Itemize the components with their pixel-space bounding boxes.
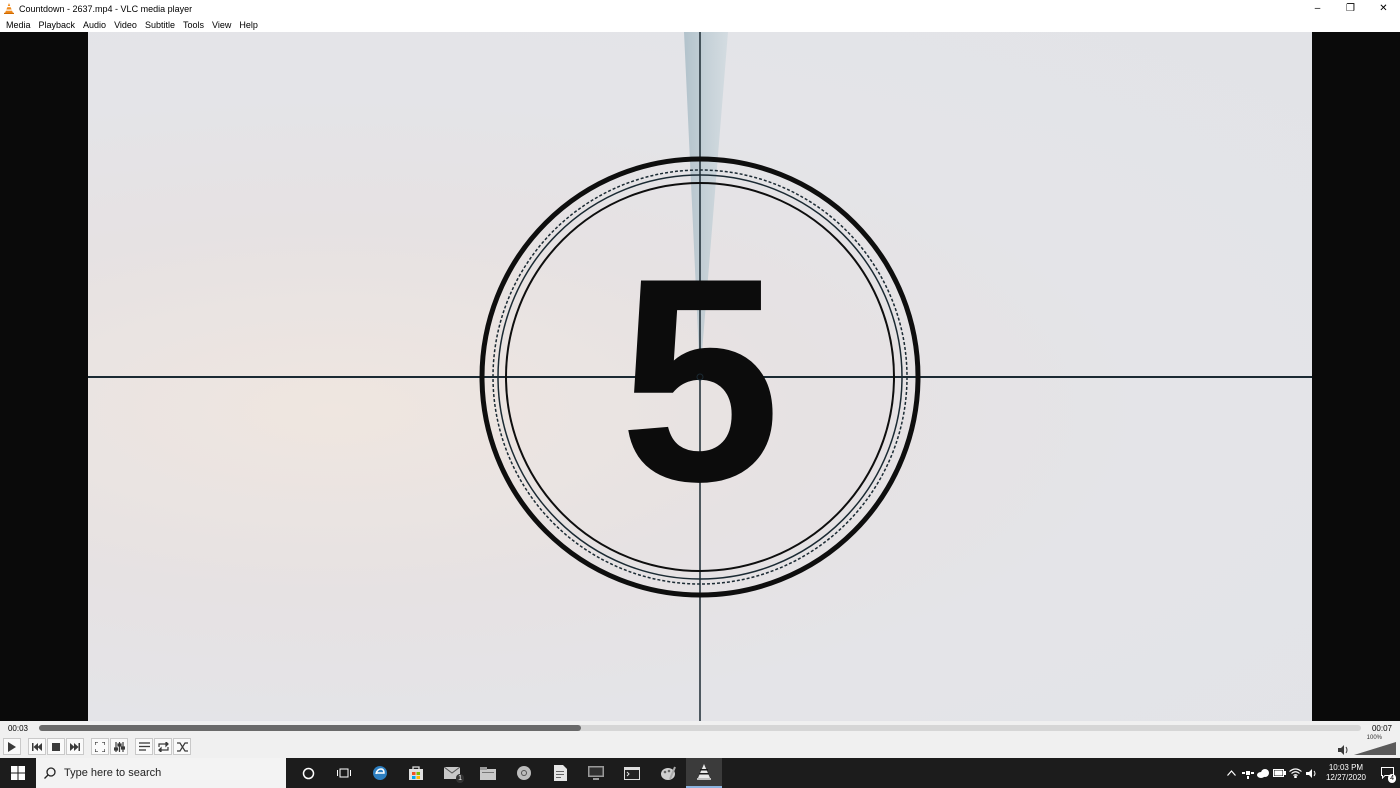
volume-slider[interactable]: 100% [1354, 735, 1396, 756]
vlc-logo-icon [4, 3, 14, 14]
menu-audio[interactable]: Audio [79, 20, 110, 30]
tray-app-button[interactable] [1240, 758, 1256, 788]
mail-badge: 1 [456, 774, 464, 783]
monitor-icon [588, 766, 604, 780]
chrome-icon [517, 766, 531, 780]
minimize-button[interactable]: – [1301, 0, 1334, 17]
maximize-button[interactable]: ❐ [1334, 0, 1367, 17]
shuffle-button[interactable] [173, 738, 191, 755]
seek-progress [39, 725, 582, 731]
close-button[interactable]: ✕ [1367, 0, 1400, 17]
task-view-button[interactable] [326, 758, 362, 788]
taskbar: Type here to search 1 10:03 PM 12/27/202… [0, 758, 1400, 788]
stop-button[interactable] [47, 738, 65, 755]
player-controls: 100% [0, 735, 1400, 758]
extended-settings-button[interactable] [110, 738, 128, 755]
document-button[interactable] [542, 758, 578, 788]
playlist-icon [138, 742, 150, 751]
speaker-tray-icon [1305, 768, 1316, 778]
terminal-icon [624, 766, 640, 780]
total-time: 00:07 [1371, 723, 1393, 733]
video-frame[interactable]: 5 [88, 32, 1312, 721]
countdown-leader: 5 [88, 32, 1312, 721]
seek-slider[interactable] [39, 725, 1361, 731]
chevron-up-icon [1227, 770, 1237, 776]
menu-video[interactable]: Video [110, 20, 141, 30]
show-hidden-icons-button[interactable] [1224, 758, 1240, 788]
task-view-icon [337, 768, 351, 778]
taskbar-search-box[interactable]: Type here to search [36, 758, 286, 788]
menu-playback[interactable]: Playback [35, 20, 80, 30]
satellite-icon [1241, 771, 1254, 779]
clock-time: 10:03 PM [1328, 763, 1364, 772]
window-title: Countdown - 2637.mp4 - VLC media player [19, 3, 193, 14]
document-icon [553, 765, 567, 781]
taskbar-clock[interactable]: 10:03 PM 12/27/2020 [1326, 763, 1366, 783]
play-icon [8, 741, 16, 752]
cortana-icon [302, 767, 314, 779]
fullscreen-icon [95, 741, 105, 752]
title-bar: Countdown - 2637.mp4 - VLC media player … [0, 0, 1400, 17]
mail-button[interactable]: 1 [434, 758, 470, 788]
onedrive-button[interactable] [1256, 758, 1272, 788]
menu-help[interactable]: Help [235, 20, 262, 30]
stop-icon [52, 742, 60, 751]
previous-button[interactable] [28, 738, 46, 755]
menu-view[interactable]: View [208, 20, 235, 30]
paint-button[interactable] [650, 758, 686, 788]
taskbar-apps: 1 [290, 758, 722, 788]
battery-icon [1273, 769, 1287, 777]
system-tray: 10:03 PM 12/27/2020 4 [1224, 758, 1400, 788]
speaker-icon[interactable] [1338, 744, 1350, 756]
store-button[interactable] [398, 758, 434, 788]
playlist-button[interactable] [135, 738, 153, 755]
volume-control: 100% [1338, 735, 1396, 756]
search-placeholder: Type here to search [64, 767, 162, 779]
chrome-button[interactable] [506, 758, 542, 788]
volume-tray-button[interactable] [1304, 758, 1320, 788]
menu-tools[interactable]: Tools [179, 20, 208, 30]
menu-bar: Media Playback Audio Video Subtitle Tool… [0, 17, 1400, 32]
windows-logo-icon [11, 766, 25, 780]
file-explorer-button[interactable] [470, 758, 506, 788]
play-button[interactable] [3, 738, 21, 755]
store-icon [409, 766, 423, 780]
network-button[interactable] [1288, 758, 1304, 788]
clock-date: 12/27/2020 [1325, 773, 1366, 782]
elapsed-time: 00:03 [7, 723, 29, 733]
wifi-icon [1289, 768, 1303, 778]
fullscreen-button[interactable] [91, 738, 109, 755]
cloud-icon [1257, 768, 1270, 778]
action-center-button[interactable]: 4 [1374, 758, 1400, 788]
notification-count: 4 [1388, 774, 1396, 783]
monitor-button[interactable] [578, 758, 614, 788]
loop-icon [157, 741, 169, 752]
next-button[interactable] [66, 738, 84, 755]
paint-icon [661, 766, 676, 780]
start-button[interactable] [0, 758, 36, 788]
seek-row: 00:03 00:07 [0, 721, 1400, 735]
file-explorer-icon [480, 766, 496, 780]
next-icon [70, 742, 80, 751]
extended-settings-icon [113, 741, 125, 752]
vlc-taskbar-button[interactable] [686, 758, 722, 788]
cortana-button[interactable] [290, 758, 326, 788]
menu-media[interactable]: Media [2, 20, 35, 30]
edge-icon [373, 766, 387, 780]
video-area[interactable]: 5 [0, 32, 1400, 721]
shuffle-icon [176, 741, 188, 752]
battery-button[interactable] [1272, 758, 1288, 788]
loop-button[interactable] [154, 738, 172, 755]
vlc-icon [697, 764, 711, 780]
menu-subtitle[interactable]: Subtitle [141, 20, 179, 30]
edge-button[interactable] [362, 758, 398, 788]
volume-percent: 100% [1366, 735, 1382, 741]
previous-icon [32, 742, 42, 751]
search-icon [44, 767, 56, 779]
window-controls: – ❐ ✕ [1301, 0, 1400, 17]
terminal-button[interactable] [614, 758, 650, 788]
